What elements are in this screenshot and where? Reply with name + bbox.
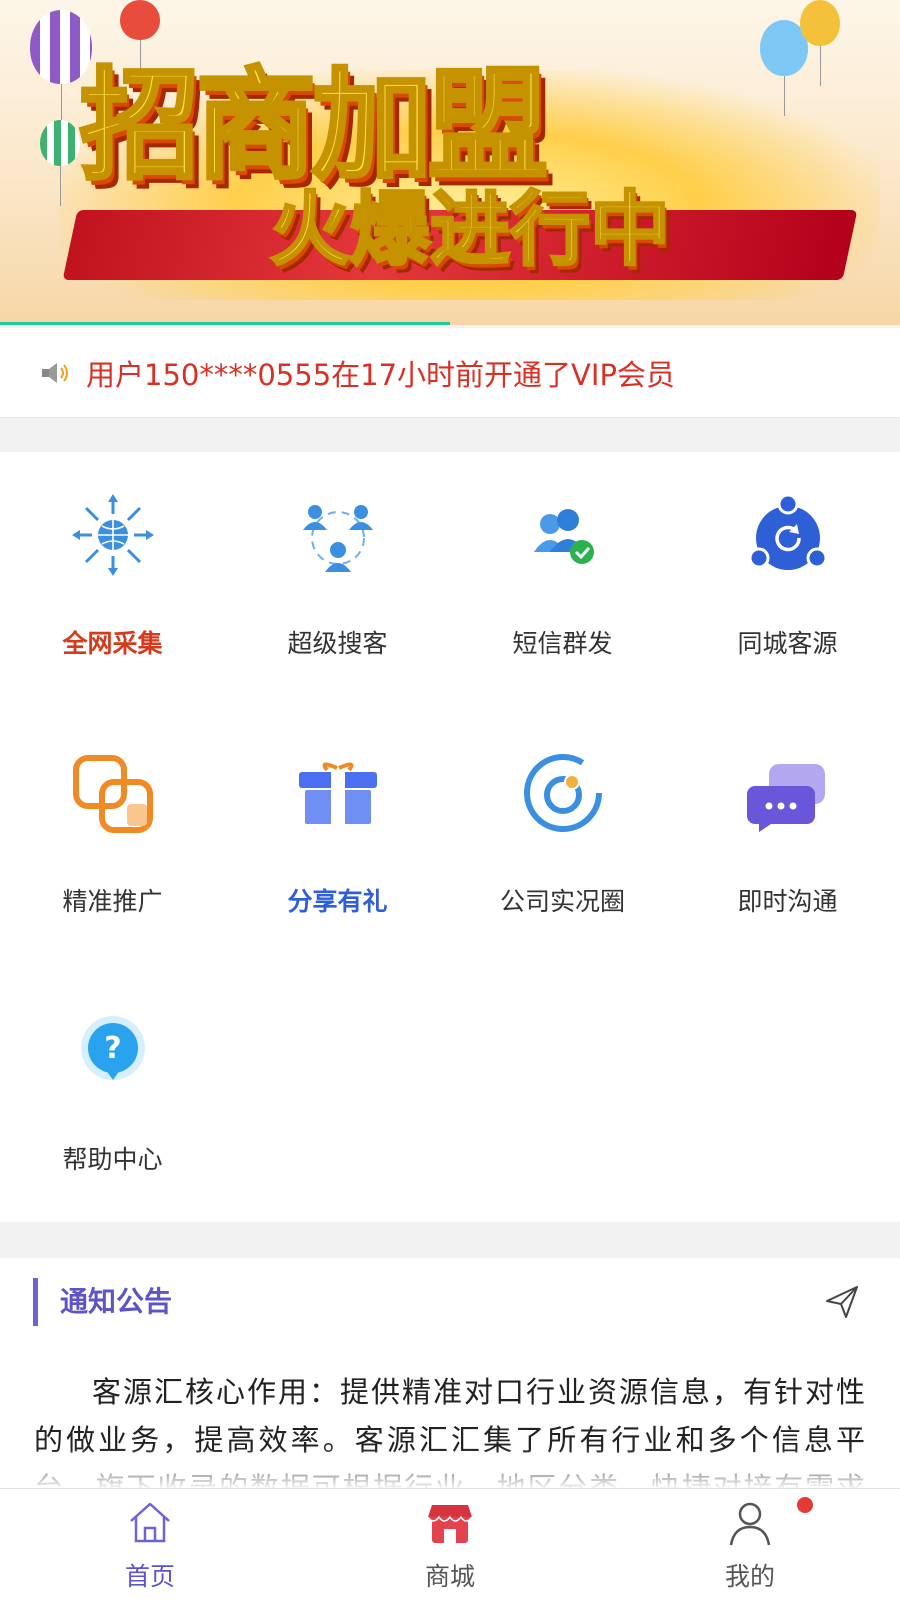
notice-text: 用户150****0555在17小时前开通了VIP会员 <box>86 357 675 392</box>
announcement-panel: 通知公告 客源汇核心作用：提供精准对口行业资源信息，有针对性的做业务，提高效率。… <box>0 1258 900 1488</box>
promo-banner[interactable]: 招商加盟 火爆进行中 <box>0 0 900 325</box>
feature-super-search[interactable]: 超级搜客 <box>225 452 450 710</box>
feature-label: 短信群发 <box>512 629 613 658</box>
speaker-icon <box>42 362 68 383</box>
gift-box-icon <box>299 762 377 824</box>
bottom-tab-bar: 首页 商城 我的 <box>0 1488 900 1600</box>
feature-label: 公司实况圈 <box>499 887 625 916</box>
feature-share-gift[interactable]: 分享有礼 <box>225 710 450 968</box>
banner-subtitle: 火爆进行中 <box>269 182 672 278</box>
circle-refresh-icon <box>748 494 828 570</box>
feature-precise-promotion[interactable]: 精准推广 <box>0 710 225 968</box>
feature-sms-broadcast[interactable]: 短信群发 <box>450 452 675 710</box>
feature-label: 即时沟通 <box>737 887 838 916</box>
notice-marquee[interactable]: 用户150****0555在17小时前开通了VIP会员 <box>0 328 900 418</box>
svg-text:?: ? <box>104 1031 121 1066</box>
feature-label: 同城客源 <box>737 629 838 658</box>
content-fade <box>0 1448 900 1488</box>
tab-shop[interactable]: 商城 <box>300 1489 600 1600</box>
camera-lens-icon <box>524 754 602 832</box>
feature-label: 全网采集 <box>62 629 163 658</box>
tab-mine[interactable]: 我的 <box>600 1489 900 1600</box>
send-icon[interactable] <box>824 1284 860 1320</box>
people-connect-icon <box>303 505 373 572</box>
hot-air-balloon-icon <box>40 120 80 206</box>
feature-label: 分享有礼 <box>287 887 388 916</box>
banner-progress-indicator <box>0 322 450 325</box>
chat-bubble-icon <box>747 764 825 832</box>
home-icon <box>130 1502 170 1543</box>
balloon-icon <box>800 0 840 86</box>
feature-all-web-collect[interactable]: 全网采集 <box>0 452 225 710</box>
notification-badge <box>797 1497 813 1513</box>
help-bubble-icon: ? <box>81 1016 145 1080</box>
feature-help-center[interactable]: ? 帮助中心 <box>0 968 225 1226</box>
group-check-icon <box>534 509 594 564</box>
tab-label: 首页 <box>124 1562 175 1591</box>
tab-label: 商城 <box>424 1562 475 1591</box>
shop-icon <box>427 1505 473 1543</box>
globe-network-icon <box>72 494 154 576</box>
feature-company-moments[interactable]: 公司实况圈 <box>450 710 675 968</box>
feature-local-leads[interactable]: 同城客源 <box>675 452 900 710</box>
announcement-title: 通知公告 <box>60 1285 173 1318</box>
tab-home[interactable]: 首页 <box>0 1489 300 1600</box>
feature-instant-chat[interactable]: 即时沟通 <box>675 710 900 968</box>
feature-label: 超级搜客 <box>287 629 388 658</box>
tab-label: 我的 <box>724 1562 775 1591</box>
feature-grid: 全网采集 超级搜客 短信群发 同城客源 精准推广 分享有礼 公司实况圈 即时沟通… <box>0 452 900 1222</box>
overlap-squares-icon <box>73 755 153 833</box>
heading-accent-bar <box>33 1278 38 1326</box>
user-icon <box>729 1502 771 1546</box>
feature-label: 帮助中心 <box>62 1145 163 1174</box>
feature-label: 精准推广 <box>62 887 163 916</box>
